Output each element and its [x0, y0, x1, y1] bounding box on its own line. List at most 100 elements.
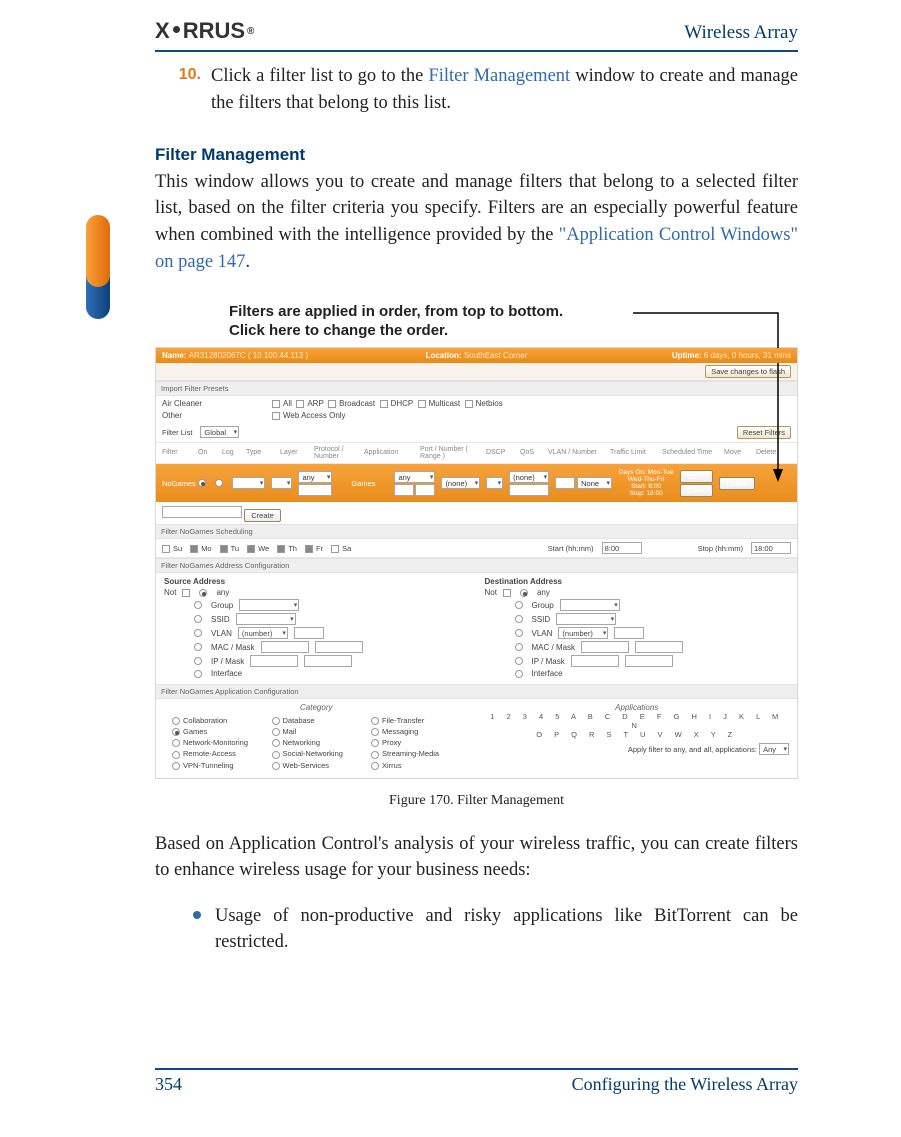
- row-vlan[interactable]: (none): [509, 471, 549, 483]
- dst-ssid-radio[interactable]: [515, 615, 523, 623]
- chk-web[interactable]: [272, 412, 280, 420]
- chk-netbios[interactable]: [465, 400, 473, 408]
- dst-any: any: [537, 588, 550, 597]
- new-filter-name-input[interactable]: [162, 506, 242, 518]
- row-qos[interactable]: [486, 477, 503, 489]
- cat-db[interactable]: [272, 717, 280, 725]
- src-col: Source Address Not any Group SSID VLAN (…: [156, 573, 477, 684]
- src-ssid-radio[interactable]: [194, 615, 202, 623]
- src-mac-a[interactable]: [261, 641, 309, 653]
- src-mac-radio[interactable]: [194, 643, 202, 651]
- src-any-radio[interactable]: [199, 589, 207, 597]
- dst-ip-b[interactable]: [625, 655, 673, 667]
- cat-vpn[interactable]: [172, 762, 180, 770]
- reset-filters-button[interactable]: Reset Filters: [737, 426, 791, 439]
- row-traffic-box[interactable]: [555, 477, 575, 489]
- cat-ft[interactable]: [371, 717, 379, 725]
- cat-mail[interactable]: [272, 728, 280, 736]
- apps-any-select[interactable]: Any: [759, 743, 789, 755]
- cat-remote[interactable]: [172, 751, 180, 759]
- dst-mac-b[interactable]: [635, 641, 683, 653]
- src-iface: Interface: [211, 669, 242, 678]
- row-proto-num[interactable]: [298, 484, 332, 496]
- lbl-msg: Messaging: [382, 727, 418, 736]
- chk-tu[interactable]: [220, 545, 228, 553]
- row-port[interactable]: any: [394, 471, 435, 483]
- src-group-sel[interactable]: [239, 599, 299, 611]
- dst-title: Destination Address: [485, 577, 790, 586]
- src-vlan-radio[interactable]: [194, 629, 202, 637]
- filter-list-select[interactable]: Global: [200, 426, 239, 438]
- lbl-db: Database: [283, 716, 315, 725]
- step-link[interactable]: Filter Management: [428, 66, 570, 86]
- chk-fr[interactable]: [305, 545, 313, 553]
- row-port-a[interactable]: [394, 484, 414, 496]
- apps-row2[interactable]: O P Q R S T U V W X Y Z: [485, 730, 790, 739]
- row-port-b[interactable]: [415, 484, 435, 496]
- cat-social[interactable]: [272, 751, 280, 759]
- row-dscp[interactable]: (none): [441, 477, 480, 489]
- dst-mac-a[interactable]: [581, 641, 629, 653]
- apps-title: Applications: [485, 703, 790, 712]
- row-on-radio[interactable]: [198, 479, 206, 487]
- chk-arp[interactable]: [296, 400, 304, 408]
- row-vlan-num[interactable]: [509, 484, 549, 496]
- cat-msg[interactable]: [371, 728, 379, 736]
- stop-input[interactable]: 18:00: [751, 542, 791, 554]
- move-down-button[interactable]: Down: [680, 484, 713, 497]
- cat-net[interactable]: [272, 739, 280, 747]
- chk-all[interactable]: [272, 400, 280, 408]
- src-not-chk[interactable]: [182, 589, 190, 597]
- start-input[interactable]: 8:00: [602, 542, 642, 554]
- cat-games[interactable]: [172, 728, 180, 736]
- dst-vlan-sel[interactable]: (number): [558, 627, 608, 639]
- filter-row-nogames: NoGames deny 3 any Games any (none) (non…: [156, 464, 797, 503]
- dst-vlan-num[interactable]: [614, 627, 644, 639]
- dst-not-chk[interactable]: [503, 589, 511, 597]
- row-log-radio[interactable]: [215, 479, 223, 487]
- row-delete-button[interactable]: Delete: [719, 477, 755, 490]
- src-ip-b[interactable]: [304, 655, 352, 667]
- dst-iface-radio[interactable]: [515, 670, 523, 678]
- src-vlan-num[interactable]: [294, 627, 324, 639]
- move-up-button[interactable]: Up: [680, 470, 713, 483]
- src-group-radio[interactable]: [194, 601, 202, 609]
- chk-th[interactable]: [277, 545, 285, 553]
- dst-group-sel[interactable]: [560, 599, 620, 611]
- src-ssid-sel[interactable]: [236, 613, 296, 625]
- src-vlan-sel[interactable]: (number): [238, 627, 288, 639]
- row-traffic-sel[interactable]: None: [577, 477, 612, 489]
- chk-we[interactable]: [247, 545, 255, 553]
- chk-su[interactable]: [162, 545, 170, 553]
- dst-vlan-radio[interactable]: [515, 629, 523, 637]
- chk-broadcast[interactable]: [328, 400, 336, 408]
- apps-row1[interactable]: 1 2 3 4 5 A B C D E F G H I J K L M N: [485, 712, 790, 730]
- src-iface-radio[interactable]: [194, 670, 202, 678]
- row-name: NoGames: [162, 479, 192, 488]
- src-ip-a[interactable]: [250, 655, 298, 667]
- save-button[interactable]: Save changes to flash: [705, 365, 791, 378]
- dst-any-radio[interactable]: [520, 589, 528, 597]
- chk-sa[interactable]: [331, 545, 339, 553]
- dst-mac-radio[interactable]: [515, 643, 523, 651]
- cat-proxy[interactable]: [371, 739, 379, 747]
- dst-ssid-sel[interactable]: [556, 613, 616, 625]
- cat-collab[interactable]: [172, 717, 180, 725]
- cat-netmon[interactable]: [172, 739, 180, 747]
- dst-ip-a[interactable]: [571, 655, 619, 667]
- create-button[interactable]: Create: [244, 509, 281, 522]
- cat-stream[interactable]: [371, 751, 379, 759]
- row-proto[interactable]: any: [298, 471, 332, 483]
- dst-group-radio[interactable]: [515, 601, 523, 609]
- src-mac-b[interactable]: [315, 641, 363, 653]
- col-proto: Protocol / Number: [314, 446, 358, 460]
- row-type[interactable]: deny: [232, 477, 265, 489]
- cat-websvc[interactable]: [272, 762, 280, 770]
- chk-mo[interactable]: [190, 545, 198, 553]
- cat-xirrus[interactable]: [371, 762, 379, 770]
- row-layer[interactable]: 3: [271, 477, 292, 489]
- dst-ip-radio[interactable]: [515, 657, 523, 665]
- src-ip-radio[interactable]: [194, 657, 202, 665]
- chk-multicast[interactable]: [418, 400, 426, 408]
- chk-dhcp[interactable]: [380, 400, 388, 408]
